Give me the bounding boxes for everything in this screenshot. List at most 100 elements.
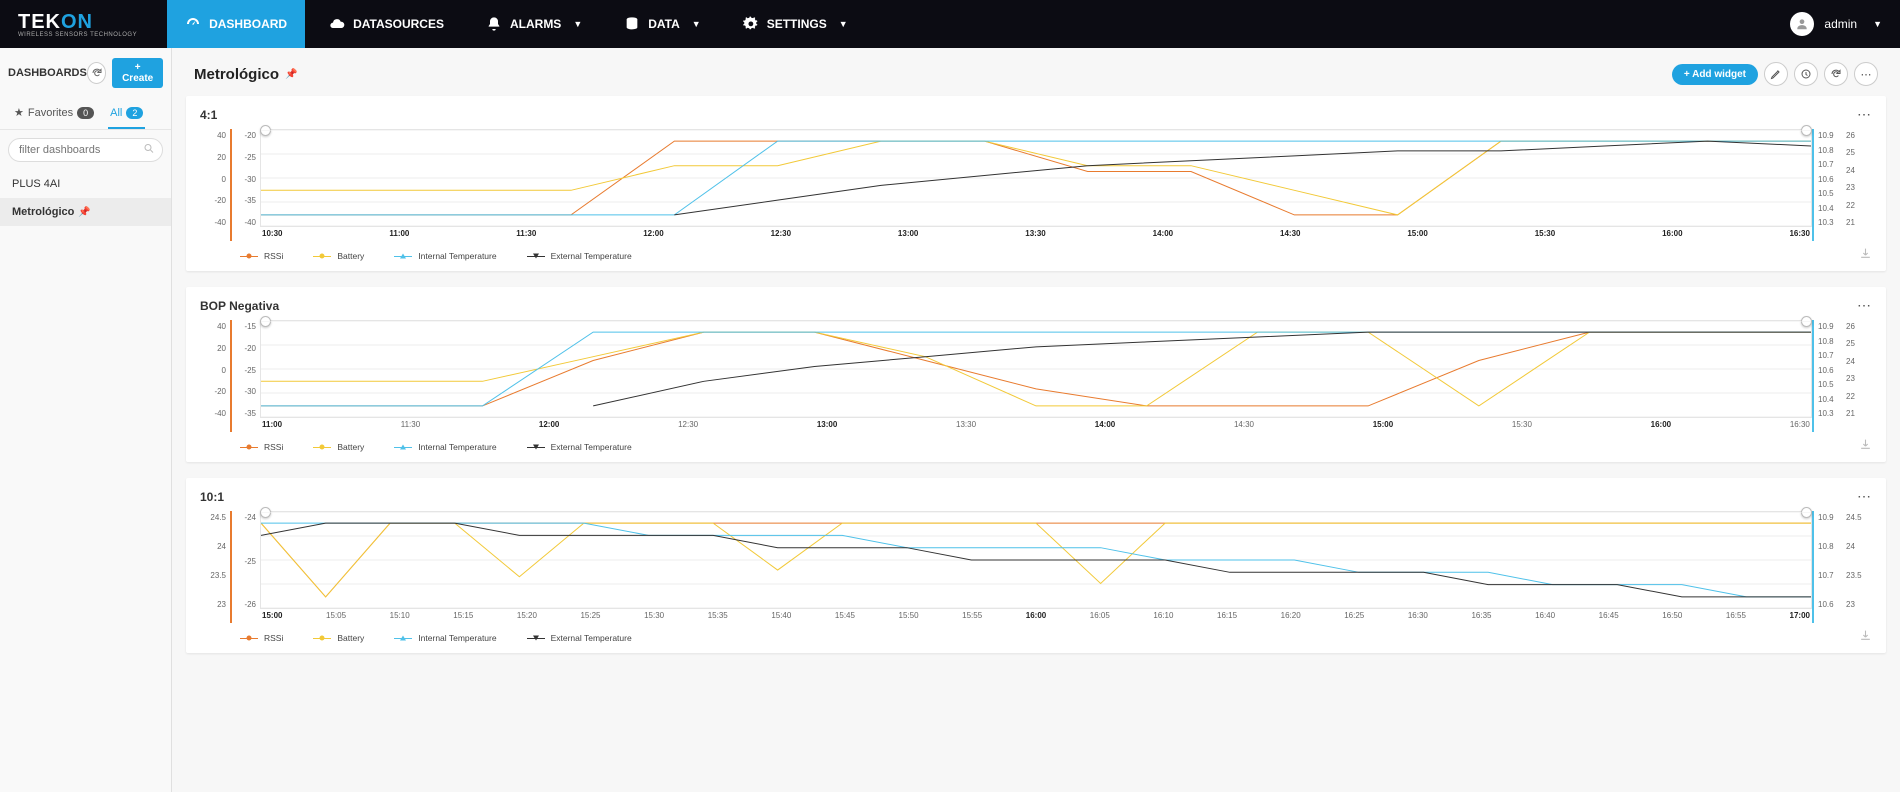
- legend-item[interactable]: RSSi: [240, 633, 283, 643]
- star-icon: ★: [14, 106, 24, 119]
- x-axis: 11:0011:3012:0012:3013:0013:3014:0014:30…: [260, 420, 1812, 429]
- sidebar-search: [0, 130, 171, 170]
- legend-label: Battery: [337, 633, 364, 643]
- download-button[interactable]: [1859, 438, 1872, 454]
- y-axis-left: 40200-20-40: [200, 320, 230, 432]
- legend-item[interactable]: Battery: [313, 442, 364, 452]
- caret-down-icon: ▼: [839, 19, 848, 29]
- nav-alarms[interactable]: ALARMS ▼: [468, 0, 600, 48]
- sidebar: DASHBOARDS + Create ★ Favorites 0 All 2: [0, 48, 172, 792]
- download-button[interactable]: [1859, 247, 1872, 263]
- chart-widget: 4:1 ⋯ 40200-20-40-20-25-30-35-4010:3011:00…: [186, 96, 1886, 271]
- widget-title: 10:1: [200, 490, 224, 504]
- tab-favorites-count: 0: [77, 107, 94, 119]
- edit-button[interactable]: [1764, 62, 1788, 86]
- user-name: admin: [1824, 17, 1857, 31]
- chart-area: 40200-20-40-15-20-25-30-3511:0011:3012:0…: [200, 320, 1872, 432]
- create-button[interactable]: + Create: [112, 58, 163, 88]
- tab-all[interactable]: All 2: [108, 98, 145, 129]
- top-nav: TEKON WIRELESS SENSORS TECHNOLOGY DASHBO…: [0, 0, 1900, 48]
- nav-data-label: DATA: [648, 17, 680, 31]
- nav-items: DASHBOARD DATASOURCES ALARMS ▼ DATA ▼: [167, 0, 866, 48]
- legend-item[interactable]: Battery: [313, 251, 364, 261]
- x-axis: 15:0015:0515:1015:1515:2015:2515:3015:35…: [260, 611, 1812, 620]
- sidebar-item-label: Metrológico: [12, 206, 74, 218]
- database-icon: [624, 16, 640, 32]
- legend-item[interactable]: Internal Temperature: [394, 442, 496, 452]
- sidebar-item-metrologico[interactable]: Metrológico 📌: [0, 198, 171, 226]
- widget-menu-button[interactable]: ⋯: [1857, 488, 1872, 505]
- sidebar-title: DASHBOARDS: [8, 67, 87, 79]
- legend-label: RSSi: [264, 442, 283, 452]
- chart-area: 24.52423.523-24-25-2615:0015:0515:1015:1…: [200, 511, 1872, 623]
- chart-widget: BOP Negativa⋯40200-20-40-15-20-25-30-351…: [186, 287, 1886, 462]
- page-title: Metrológico 📌: [194, 66, 297, 83]
- chart-area: 40200-20-40-20-25-30-35-4010:3011:0011:3…: [200, 129, 1872, 241]
- legend-label: External Temperature: [551, 442, 632, 452]
- y-axis-right: 10.910.810.710.610.510.410.3: [1812, 129, 1842, 241]
- sidebar-list: PLUS 4AI Metrológico 📌: [0, 170, 171, 792]
- chart-plot[interactable]: [260, 511, 1812, 609]
- widget-menu-button[interactable]: ⋯: [1857, 106, 1872, 123]
- download-button[interactable]: [1859, 629, 1872, 645]
- sidebar-item-plus4ai[interactable]: PLUS 4AI: [0, 170, 171, 198]
- y-axis-left2: -24-25-26: [230, 511, 260, 623]
- nav-dashboard[interactable]: DASHBOARD: [167, 0, 305, 48]
- page-title-text: Metrológico: [194, 66, 279, 83]
- pin-icon[interactable]: 📌: [285, 69, 297, 80]
- content: Metrológico 📌 + Add widget ⋯ 4:1 ⋯ 40200-2…: [172, 48, 1900, 792]
- legend-label: External Temperature: [551, 251, 632, 261]
- chart-legend: RSSi Battery Internal Temperature External …: [240, 251, 1872, 261]
- user-menu[interactable]: admin ▼: [1790, 12, 1882, 36]
- tab-favorites-label: Favorites: [28, 107, 73, 119]
- gauge-icon: [185, 16, 201, 32]
- y-axis-right: 10.910.810.710.610.510.410.3: [1812, 320, 1842, 432]
- legend-label: Battery: [337, 251, 364, 261]
- avatar-icon: [1790, 12, 1814, 36]
- pin-icon: 📌: [78, 207, 90, 218]
- legend-label: RSSi: [264, 251, 283, 261]
- y-axis-left: 24.52423.523: [200, 511, 230, 623]
- nav-settings-label: SETTINGS: [767, 17, 827, 31]
- x-axis: 10:3011:0011:3012:0012:3013:0013:3014:00…: [260, 229, 1812, 238]
- legend-item[interactable]: Internal Temperature: [394, 251, 496, 261]
- sidebar-item-label: PLUS 4AI: [12, 178, 60, 190]
- y-axis-left2: -20-25-30-35-40: [230, 129, 260, 241]
- widget-title: 4:1: [200, 108, 217, 122]
- legend-label: Internal Temperature: [418, 251, 496, 261]
- brand-name: TEKON: [18, 11, 137, 34]
- widget-menu-button[interactable]: ⋯: [1857, 297, 1872, 314]
- refresh-page-button[interactable]: [1824, 62, 1848, 86]
- add-widget-button[interactable]: + Add widget: [1672, 64, 1758, 85]
- y-axis-right2: 24.52423.523: [1842, 511, 1872, 623]
- brand-tagline: WIRELESS SENSORS TECHNOLOGY: [18, 32, 137, 38]
- nav-datasources[interactable]: DATASOURCES: [311, 0, 462, 48]
- legend-item[interactable]: Battery: [313, 633, 364, 643]
- chart-legend: RSSi Battery Internal Temperature External …: [240, 442, 1872, 452]
- legend-item[interactable]: External Temperature: [527, 442, 632, 452]
- page-header: Metrológico 📌 + Add widget ⋯: [172, 48, 1900, 96]
- chart-plot[interactable]: [260, 320, 1812, 418]
- nav-data[interactable]: DATA ▼: [606, 0, 718, 48]
- y-axis-right2: 262524232221: [1842, 320, 1872, 432]
- legend-item[interactable]: External Temperature: [527, 251, 632, 261]
- brand-logo[interactable]: TEKON WIRELESS SENSORS TECHNOLOGY: [18, 11, 137, 38]
- legend-item[interactable]: Internal Temperature: [394, 633, 496, 643]
- y-axis-right2: 262524232221: [1842, 129, 1872, 241]
- tab-favorites[interactable]: ★ Favorites 0: [12, 98, 96, 129]
- lock-button[interactable]: [1794, 62, 1818, 86]
- nav-settings[interactable]: SETTINGS ▼: [725, 0, 866, 48]
- search-input[interactable]: [8, 138, 163, 162]
- sidebar-header: DASHBOARDS + Create: [0, 48, 171, 98]
- legend-item[interactable]: RSSi: [240, 251, 283, 261]
- search-icon: [143, 143, 155, 158]
- legend-item[interactable]: RSSi: [240, 442, 283, 452]
- tab-all-label: All: [110, 107, 122, 119]
- cloud-icon: [329, 16, 345, 32]
- more-button[interactable]: ⋯: [1854, 62, 1878, 86]
- bell-icon: [486, 16, 502, 32]
- chart-plot[interactable]: [260, 129, 1812, 227]
- refresh-button[interactable]: [87, 62, 106, 84]
- legend-item[interactable]: External Temperature: [527, 633, 632, 643]
- chart-legend: RSSi Battery Internal Temperature External …: [240, 633, 1872, 643]
